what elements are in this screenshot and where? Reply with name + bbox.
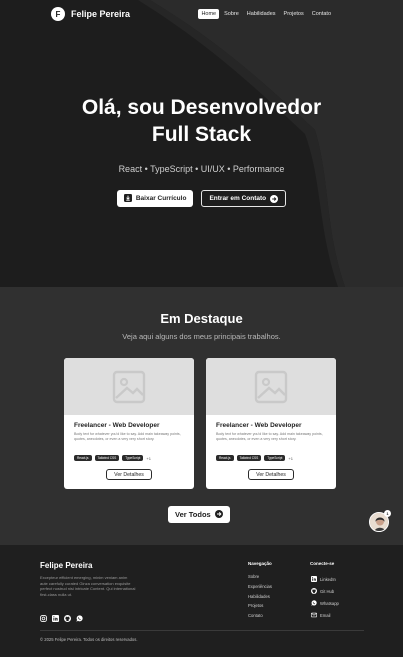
whatsapp-icon[interactable] [76,609,83,622]
nav-link-projetos[interactable]: Projetos [281,9,307,19]
instagram-icon[interactable] [40,609,47,622]
view-all-label: Ver Todos [175,510,211,519]
footer-connect-list: LinkedIn Git Hub Whatsapp Email [311,573,339,621]
footer-nav-list: Sobre Experiências Habilidades Projetos … [248,572,272,620]
tag: Tailwind CSS [94,455,120,461]
hero-title: Olá, sou Desenvolvedor Full Stack [0,94,403,148]
tag-list: React.js Tailwind CSS TypeScript +1 [216,455,293,461]
download-cv-label: Baixar Currículo [135,195,187,202]
nav-link-home[interactable]: Home [198,9,220,19]
nav-link-habilidades[interactable]: Habilidades [244,9,279,19]
featured-subtitle: Veja aqui alguns dos meus principais tra… [122,332,281,341]
tag: Tailwind CSS [236,455,262,461]
linkedin-icon [311,576,317,582]
tag-more-count: +1 [146,455,151,461]
hero-title-line2: Full Stack [151,123,252,146]
footer-link-projetos[interactable]: Projetos [248,601,272,611]
nav-links: Home Sobre Habilidades Projetos Contato [198,9,334,19]
footer-nav-title: Navegação [248,561,272,566]
tag: React.js [74,455,92,461]
github-icon [311,588,317,594]
whatsapp-label: Whatsapp [320,600,339,606]
card-title: Freelancer - Web Developer [74,422,160,429]
tag: React.js [216,455,234,461]
tag-more-count: +1 [288,455,293,461]
chat-avatar-button[interactable]: 1 [369,510,391,532]
footer-link-github[interactable]: Git Hub [311,585,339,597]
brand-name: Felipe Pereira [71,9,131,19]
github-icon[interactable] [64,609,71,622]
image-icon [254,370,288,403]
footer-copyright: © 2025 Felipe Pereira. Todos os direitos… [40,637,138,642]
notification-badge: 1 [384,510,391,517]
footer: Felipe Pereira Excepteur efficient emerg… [0,545,403,657]
contact-button[interactable]: Entrar em Contato [201,190,287,207]
brand-logo[interactable]: F Felipe Pereira [51,7,130,21]
project-card[interactable]: Freelancer - Web Developer Body text for… [206,358,336,489]
tag: TypeScript [264,455,286,461]
footer-brand: Felipe Pereira [40,561,93,570]
card-description: Body text for whatever you'd like to say… [74,432,181,441]
footer-connect-title: Conecte-se [310,561,335,566]
footer-description: Excepteur efficient emerging, minim veni… [40,575,136,597]
arrow-right-icon [270,194,279,203]
featured-title: Em Destaque [160,311,243,326]
tag: TypeScript [122,455,144,461]
view-details-button[interactable]: Ver Detalhes [106,469,152,480]
footer-link-linkedin[interactable]: LinkedIn [311,573,339,585]
tag-list: React.js Tailwind CSS TypeScript +1 [74,455,151,461]
card-title: Freelancer - Web Developer [216,422,302,429]
footer-social-icons [40,609,83,622]
hero-subtitle: React • TypeScript • UI/UX • Performance [118,164,285,174]
top-navbar: F Felipe Pereira Home Sobre Habilidades … [0,0,403,28]
email-label: Email [320,612,331,618]
footer-link-experiencias[interactable]: Experiências [248,582,272,592]
hero-section: F Felipe Pereira Home Sobre Habilidades … [0,0,403,287]
whatsapp-icon [311,600,317,606]
image-placeholder [64,358,194,415]
linkedin-icon[interactable] [52,609,59,622]
footer-link-sobre[interactable]: Sobre [248,572,272,582]
footer-link-email[interactable]: Email [311,609,339,621]
nav-link-sobre[interactable]: Sobre [221,9,242,19]
image-icon [112,370,146,403]
contact-label: Entrar em Contato [209,195,267,202]
project-card[interactable]: Freelancer - Web Developer Body text for… [64,358,194,489]
nav-link-contato[interactable]: Contato [309,9,334,19]
download-icon [123,193,132,204]
footer-link-whatsapp[interactable]: Whatsapp [311,597,339,609]
logo-mark: F [51,7,65,21]
hero-title-line1: Olá, sou Desenvolvedor [81,96,322,119]
view-all-button[interactable]: Ver Todos [168,506,230,523]
image-placeholder [206,358,336,415]
mail-icon [311,612,317,618]
hero-actions: Baixar Currículo Entrar em Contato [0,190,403,207]
card-description: Body text for whatever you'd like to say… [216,432,323,441]
footer-divider [40,630,364,631]
footer-link-contato[interactable]: Contato [248,611,272,621]
download-cv-button[interactable]: Baixar Currículo [116,190,194,207]
view-details-button[interactable]: Ver Detalhes [248,469,294,480]
linkedin-label: LinkedIn [320,576,336,582]
arrow-right-icon [214,509,223,520]
github-label: Git Hub [320,588,335,594]
featured-section: Em Destaque Veja aqui alguns dos meus pr… [0,287,403,545]
footer-link-habilidades[interactable]: Habilidades [248,591,272,601]
